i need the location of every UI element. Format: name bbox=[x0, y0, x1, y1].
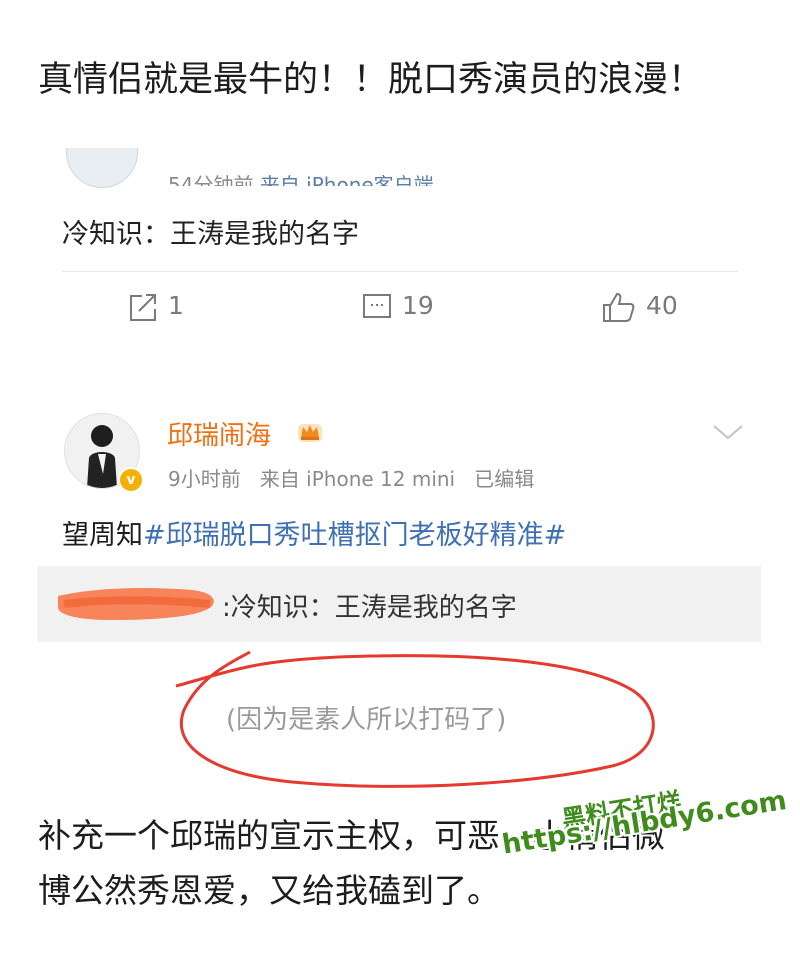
first-post-text: 冷知识：王涛是我的名字 bbox=[62, 219, 359, 250]
like-button[interactable]: 40 bbox=[602, 286, 678, 322]
divider bbox=[62, 271, 738, 272]
quoted-comment-text: :冷知识：王涛是我的名字 bbox=[222, 593, 517, 623]
share-icon bbox=[130, 294, 156, 321]
first-post-source: 来自 iPhone客户端 bbox=[259, 173, 434, 186]
comment-count: 19 bbox=[402, 291, 434, 320]
verified-badge-icon: v bbox=[118, 467, 144, 493]
post-time: 9小时前 bbox=[168, 467, 241, 491]
comment-button[interactable]: 19 bbox=[362, 286, 434, 322]
redaction-scribble bbox=[58, 588, 214, 620]
bottom-caption-line2: 博公然秀恩爱，又给我磕到了。 bbox=[38, 871, 500, 910]
post-text-prefix: 望周知 bbox=[62, 520, 143, 551]
post-edited: 已编辑 bbox=[474, 467, 535, 491]
share-count: 1 bbox=[168, 291, 184, 320]
crown-vip-icon bbox=[298, 424, 322, 442]
first-post-avatar[interactable] bbox=[66, 148, 138, 188]
comment-icon bbox=[363, 294, 391, 318]
first-post-meta: 54分钟前 来自 iPhone客户端 bbox=[168, 166, 434, 186]
first-post-time: 54分钟前 bbox=[168, 173, 254, 186]
annotation-text: (因为是素人所以打码了) bbox=[226, 705, 507, 735]
chevron-down-icon[interactable] bbox=[708, 420, 748, 444]
post-source: 来自 iPhone 12 mini bbox=[259, 467, 456, 491]
post-meta: 9小时前 来自 iPhone 12 mini 已编辑 bbox=[168, 463, 534, 492]
headline: 真情侣就是最牛的！！脱口秀演员的浪漫！ bbox=[38, 60, 704, 100]
username[interactable]: 邱瑞闹海 bbox=[167, 415, 271, 452]
thumbs-up-icon bbox=[603, 292, 635, 322]
like-count: 40 bbox=[646, 291, 678, 320]
post-text: 望周知#邱瑞脱口秀吐槽抠门老板好精准# bbox=[62, 513, 566, 552]
hashtag-link[interactable]: #邱瑞脱口秀吐槽抠门老板好精准# bbox=[143, 520, 566, 551]
share-button[interactable]: 1 bbox=[128, 286, 184, 322]
